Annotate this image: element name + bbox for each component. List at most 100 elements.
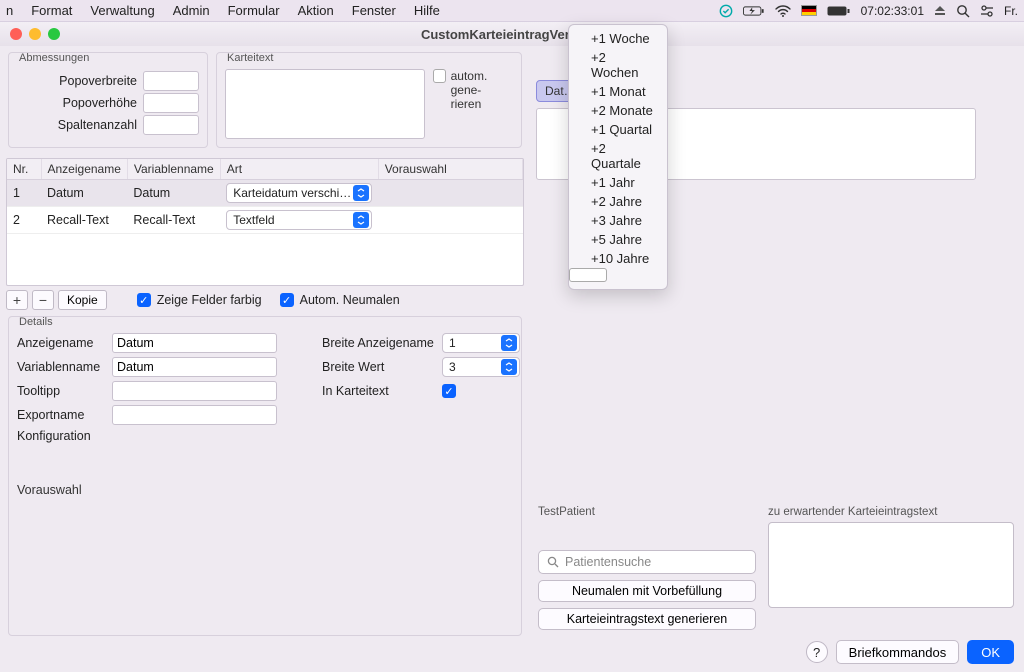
karteitext-group: Karteitext autom. gene- rieren	[216, 52, 522, 148]
tooltipp-input[interactable]	[112, 381, 277, 401]
menu-item[interactable]: Hilfe	[414, 3, 440, 18]
variablenname-input[interactable]	[112, 357, 277, 377]
variablenname-label: Variablenname	[17, 360, 112, 374]
spaltenanzahl-label: Spaltenanzahl	[58, 118, 137, 132]
chevron-updown-icon[interactable]	[501, 359, 517, 375]
menu-item[interactable]: Formular	[228, 3, 280, 18]
breite-anzeige-select[interactable]: 1	[442, 333, 520, 353]
generieren-button[interactable]: Karteieintragstext generieren	[538, 608, 756, 630]
spaltenanzahl-input[interactable]	[143, 115, 199, 135]
auto-generieren-label: autom. gene- rieren	[451, 69, 513, 111]
table-row[interactable]: 1 Datum Datum Karteidatum verschi…	[7, 180, 523, 207]
menu-item[interactable]: Format	[31, 3, 72, 18]
anzeigename-input[interactable]	[112, 333, 277, 353]
zeige-farbig-label: Zeige Felder farbig	[157, 293, 262, 307]
app-icon[interactable]	[719, 4, 733, 18]
kopie-button[interactable]: Kopie	[58, 290, 107, 310]
briefkommandos-button[interactable]: Briefkommandos	[836, 640, 960, 664]
control-center-icon[interactable]	[980, 5, 994, 17]
cell-art[interactable]: Textfeld	[220, 207, 378, 234]
menu-item[interactable]: +2 Quartale	[569, 139, 667, 173]
fields-table: Nr. Anzeigename Variablenname Art Voraus…	[6, 158, 524, 286]
details-group: Details Anzeigename Breite Anzeigename 1…	[8, 316, 522, 636]
col-nr[interactable]: Nr.	[7, 159, 41, 180]
menu-item[interactable]: +10 Jahre	[569, 249, 667, 268]
patient-search[interactable]: Patientensuche	[538, 550, 756, 574]
col-anzeige[interactable]: Anzeigename	[41, 159, 127, 180]
tooltipp-label: Tooltipp	[17, 384, 112, 398]
menubar: n Format Verwaltung Admin Formular Aktio…	[0, 0, 1024, 22]
group-label: Abmessungen	[17, 52, 91, 64]
testpatient-panel: TestPatient Patientensuche Neumalen mit …	[538, 506, 756, 630]
cell-anzeige: Datum	[41, 180, 127, 207]
expected-text-area[interactable]	[768, 522, 1014, 608]
zeige-farbig-checkbox[interactable]: ✓	[137, 293, 151, 307]
dd-value: 3	[449, 360, 456, 374]
ok-button[interactable]: OK	[967, 640, 1014, 664]
auto-generieren-checkbox[interactable]	[433, 69, 446, 83]
popoverbreite-label: Popoverbreite	[59, 74, 137, 88]
menu-item[interactable]: +2 Wochen	[569, 48, 667, 82]
menu-item[interactable]: Admin	[173, 3, 210, 18]
menubar-day[interactable]: Fr.	[1004, 4, 1018, 18]
eject-icon[interactable]	[934, 5, 946, 17]
menu-item[interactable]: Fenster	[352, 3, 396, 18]
search-icon	[547, 556, 559, 568]
menu-item[interactable]: +1 Jahr	[569, 173, 667, 192]
neumalen-button[interactable]: Neumalen mit Vorbefüllung	[538, 580, 756, 602]
exportname-input[interactable]	[112, 405, 277, 425]
breite-anzeige-label: Breite Anzeigename	[322, 336, 442, 350]
testpatient-label: TestPatient	[538, 506, 756, 518]
add-button[interactable]: +	[6, 290, 28, 310]
flag-germany-icon[interactable]	[801, 5, 817, 16]
menu-item[interactable]: +1 Woche	[569, 29, 667, 48]
remove-button[interactable]: −	[32, 290, 54, 310]
wifi-icon[interactable]	[775, 5, 791, 17]
expected-label: zu erwartender Karteieintragstext	[768, 506, 1014, 518]
window-title: CustomKarteieintragVerwaltu	[0, 27, 1024, 42]
karteitext-area[interactable]	[225, 69, 425, 139]
popoverbreite-input[interactable]	[143, 71, 199, 91]
search-icon[interactable]	[956, 4, 970, 18]
popoverhoehe-input[interactable]	[143, 93, 199, 113]
cell-var: Recall-Text	[127, 207, 220, 234]
table-row[interactable]: 2 Recall-Text Recall-Text Textfeld	[7, 207, 523, 234]
breite-wert-label: Breite Wert	[322, 360, 442, 374]
cell-art[interactable]: Karteidatum verschi…	[220, 180, 378, 207]
art-value: Karteidatum verschi…	[233, 186, 351, 200]
menu-item[interactable]: +2 Jahre	[569, 192, 667, 211]
menu-item[interactable]: Verwaltung	[90, 3, 154, 18]
col-var[interactable]: Variablenname	[127, 159, 220, 180]
menu-item[interactable]: +3 Jahre	[569, 211, 667, 230]
col-art[interactable]: Art	[220, 159, 378, 180]
battery-charging-icon[interactable]	[743, 5, 765, 17]
menu-item[interactable]: Aktion	[298, 3, 334, 18]
help-button[interactable]: ?	[806, 641, 828, 663]
search-placeholder: Patientensuche	[565, 555, 651, 569]
cell-nr: 1	[7, 180, 41, 207]
breite-wert-select[interactable]: 3	[442, 357, 520, 377]
expected-panel: zu erwartender Karteieintragstext	[768, 506, 1014, 630]
menu-item[interactable]: +1 Monat	[569, 82, 667, 101]
in-karteitext-checkbox[interactable]: ✓	[442, 384, 456, 398]
menu-item[interactable]: +2 Monate	[569, 101, 667, 120]
dd-value: 1	[449, 336, 456, 350]
battery-full-icon[interactable]	[827, 5, 851, 17]
autom-neumalen-label: Autom. Neumalen	[300, 293, 400, 307]
menubar-clock[interactable]: 07:02:33:01	[861, 4, 924, 18]
abmessungen-group: Abmessungen Popoverbreite Popoverhöhe Sp…	[8, 52, 208, 148]
window: CustomKarteieintragVerwaltu Abmessungen …	[0, 22, 1024, 672]
vorauswahl-label: Vorauswahl	[17, 483, 513, 497]
menu-item-checked[interactable]	[569, 268, 607, 282]
chevron-updown-icon[interactable]	[353, 212, 369, 228]
chevron-updown-icon[interactable]	[353, 185, 369, 201]
chevron-updown-icon[interactable]	[501, 335, 517, 351]
autom-neumalen-checkbox[interactable]: ✓	[280, 293, 294, 307]
date-shift-menu[interactable]: +1 Woche +2 Wochen +1 Monat +2 Monate +1…	[568, 24, 668, 290]
menu-item[interactable]: n	[6, 3, 13, 18]
menu-item[interactable]: +1 Quartal	[569, 120, 667, 139]
col-vorauswahl[interactable]: Vorauswahl	[378, 159, 522, 180]
group-label: Details	[17, 316, 55, 328]
menu-item[interactable]: +5 Jahre	[569, 230, 667, 249]
group-label: Karteitext	[225, 52, 275, 64]
